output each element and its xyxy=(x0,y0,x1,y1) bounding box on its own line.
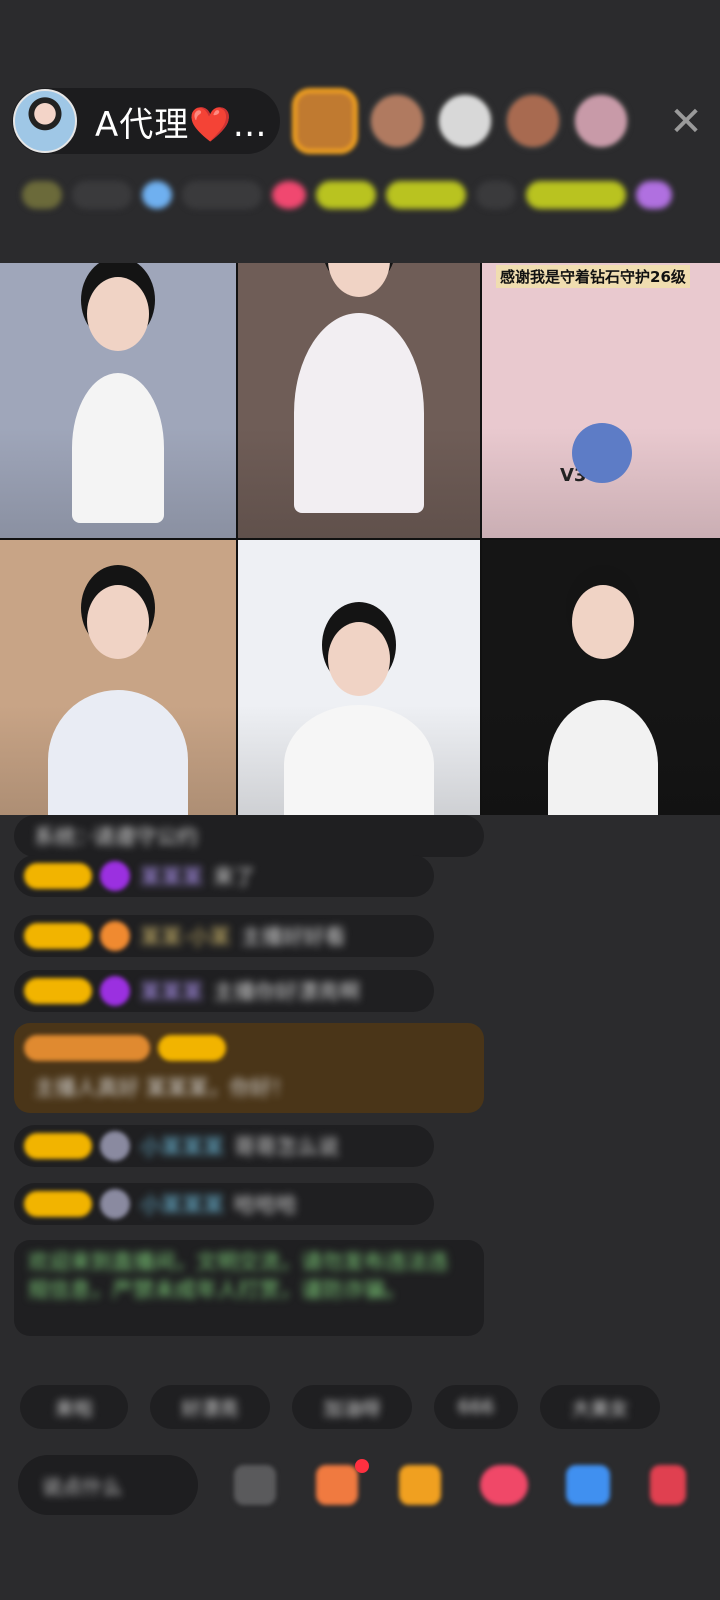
more-icon[interactable] xyxy=(234,1465,276,1505)
rank-item xyxy=(182,181,262,209)
level-badge xyxy=(24,923,92,949)
quick-reply-button[interactable]: 来啦 xyxy=(20,1385,128,1429)
heart-icon: ❤️ xyxy=(189,104,233,145)
bottom-toolbar: 说点什么 xyxy=(18,1455,720,1517)
level-badge xyxy=(24,1191,92,1217)
avatar xyxy=(100,1131,130,1161)
host-avatar[interactable] xyxy=(13,89,77,153)
treasure-icon[interactable] xyxy=(399,1465,441,1505)
gem-icon xyxy=(100,861,130,891)
message-text: 主播人真好 某某某，你好！ xyxy=(34,1076,293,1100)
chat-message[interactable]: 小某某某 哥哥怎么说 xyxy=(14,1125,434,1167)
highlight-message[interactable]: 主播人真好 某某某，你好！ xyxy=(14,1023,484,1113)
live-header: A代理❤️… ✕ xyxy=(0,0,720,240)
video-tile-6[interactable] xyxy=(482,540,720,815)
flower-bouquet xyxy=(572,423,632,483)
user-name[interactable]: 某某某 xyxy=(140,976,203,1006)
quick-reply-button[interactable]: 好漂亮 xyxy=(150,1385,270,1429)
rank-bar[interactable] xyxy=(22,172,702,218)
host-name-ellipsis: … xyxy=(232,104,268,145)
quick-reply-label: 加油呀 xyxy=(323,1397,381,1420)
chat-message[interactable]: 某某·小某 主播好好看 xyxy=(14,915,434,957)
gift-icon[interactable] xyxy=(650,1465,686,1505)
quick-reply-label: 来啦 xyxy=(54,1397,93,1420)
chat-message[interactable]: 某某某 主播你好漂亮啊 xyxy=(14,970,434,1012)
rank-badge xyxy=(22,181,62,209)
game-icon[interactable] xyxy=(480,1465,528,1505)
quick-reply-label: 好漂亮 xyxy=(181,1397,239,1420)
close-icon[interactable]: ✕ xyxy=(664,100,708,144)
host-name-text: A代理 xyxy=(95,104,190,145)
streamer-head xyxy=(87,585,149,659)
viewer-avatar[interactable] xyxy=(292,88,358,154)
streamer-head xyxy=(87,277,149,351)
streamer-head xyxy=(328,263,390,297)
rank-item xyxy=(526,181,626,209)
message-text: 主播你好漂亮啊 xyxy=(213,980,360,1004)
host-name: A代理❤️… xyxy=(95,97,268,146)
message-text: 哥哥怎么说 xyxy=(234,1135,339,1159)
quick-reply-button[interactable]: 大美女 xyxy=(540,1385,660,1429)
notification-dot xyxy=(355,1459,369,1473)
streamer-figure xyxy=(548,700,658,815)
level-badge xyxy=(24,978,92,1004)
video-tile-2[interactable] xyxy=(238,263,480,538)
video-tile-3[interactable]: 感谢我是守着钻石守护26级 V3V5 xyxy=(482,263,720,538)
user-name[interactable]: 小某某某 xyxy=(140,1189,224,1219)
notice-text: 欢迎来到直播间，文明交流，请勿发布违法违规信息，严禁未成年人打赏，谨防诈骗。 xyxy=(28,1250,448,1302)
rank-item xyxy=(316,181,376,209)
gem-icon xyxy=(100,976,130,1006)
user-name[interactable]: 小某某某 xyxy=(140,1131,224,1161)
quick-reply-label: 大美女 xyxy=(571,1397,629,1420)
streamer-figure xyxy=(72,373,164,523)
comment-placeholder: 说点什么 xyxy=(42,1474,122,1499)
level-badge xyxy=(24,1133,92,1159)
rank-avatar xyxy=(272,181,306,209)
avatar xyxy=(100,1189,130,1219)
video-grid: 感谢我是守着钻石守护26级 V3V5 xyxy=(0,263,720,815)
message-text: 哈哈哈 xyxy=(234,1193,297,1217)
rank-item xyxy=(72,181,132,209)
rank-item xyxy=(386,181,466,209)
host-info[interactable]: A代理❤️… xyxy=(12,88,280,154)
level-badge xyxy=(24,1035,150,1061)
quick-reply-row: 来啦 好漂亮 加油呀 666 大美女 xyxy=(20,1385,720,1431)
level-badge xyxy=(158,1035,226,1061)
user-name[interactable]: 某某某 xyxy=(140,861,203,891)
quick-reply-label: 666 xyxy=(457,1396,495,1418)
system-message: 系统：·请遵守公约 xyxy=(14,815,484,857)
rank-item xyxy=(636,181,672,209)
gem-icon xyxy=(100,921,130,951)
rank-item xyxy=(476,181,516,209)
notice-message: 欢迎来到直播间，文明交流，请勿发布违法违规信息，严禁未成年人打赏，谨防诈骗。 xyxy=(14,1240,484,1336)
message-text: 来了 xyxy=(213,865,255,889)
tile-caption: 感谢我是守着钻石守护26级 xyxy=(496,265,690,288)
video-tile-5[interactable] xyxy=(238,540,480,815)
chat-message[interactable]: 小某某某 哈哈哈 xyxy=(14,1183,434,1225)
message-text: 系统：·请遵守公约 xyxy=(34,825,199,849)
comment-input[interactable]: 说点什么 xyxy=(18,1455,198,1515)
video-tile-4[interactable] xyxy=(0,540,236,815)
viewer-avatar[interactable] xyxy=(436,92,494,150)
message-text: 主播好好看 xyxy=(240,925,346,949)
quick-reply-button[interactable]: 加油呀 xyxy=(292,1385,412,1429)
viewer-avatar[interactable] xyxy=(504,92,562,150)
streamer-head xyxy=(328,622,390,696)
streamer-figure xyxy=(48,690,188,815)
gift-bag-icon[interactable] xyxy=(316,1465,358,1505)
chat-message[interactable]: 某某某 来了 xyxy=(14,855,434,897)
chat-bubble-icon[interactable] xyxy=(566,1465,610,1505)
streamer-figure xyxy=(294,313,424,513)
user-name[interactable]: 某某·小某 xyxy=(140,921,231,951)
quick-reply-button[interactable]: 666 xyxy=(434,1385,518,1429)
rank-avatar xyxy=(142,181,172,209)
video-tile-1[interactable] xyxy=(0,263,236,538)
streamer-figure xyxy=(284,705,434,815)
streamer-head xyxy=(572,585,634,659)
viewer-avatar[interactable] xyxy=(368,92,426,150)
level-badge xyxy=(24,863,92,889)
viewer-avatar[interactable] xyxy=(572,92,630,150)
